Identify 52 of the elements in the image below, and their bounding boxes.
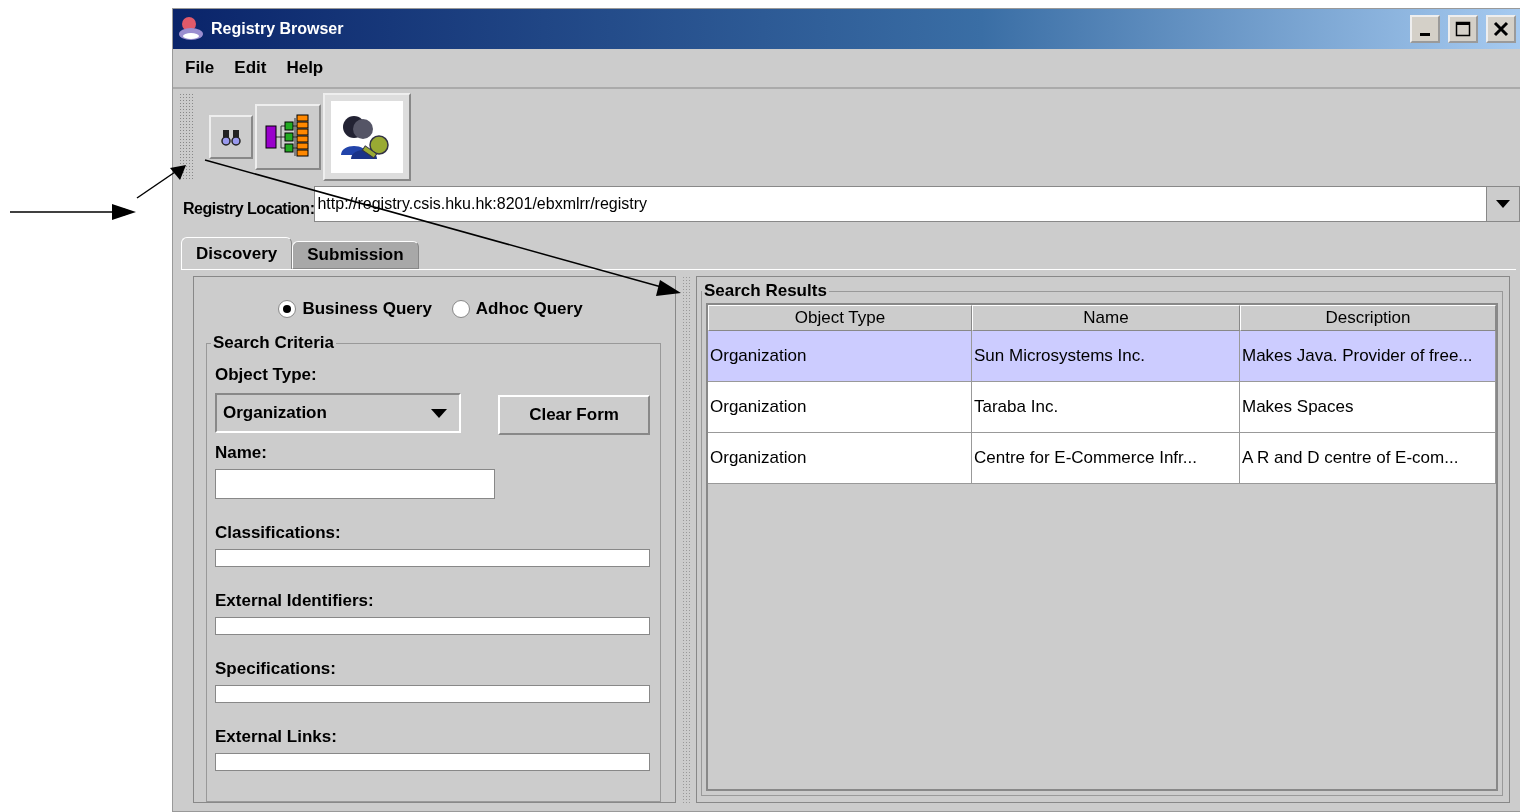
field-label: Object Type: <box>215 365 318 385</box>
toolbar-button[interactable] <box>323 93 411 181</box>
caret-icon <box>1496 200 1510 208</box>
tab[interactable]: Submission <box>292 241 419 269</box>
list-box[interactable] <box>215 753 650 771</box>
close-icon <box>1493 21 1509 37</box>
name-field[interactable] <box>215 469 495 499</box>
table-cell[interactable]: Organization <box>708 433 972 484</box>
close-button[interactable] <box>1486 15 1516 43</box>
table-cell[interactable]: Organization <box>708 382 972 433</box>
list-box[interactable] <box>215 617 650 635</box>
table-cell[interactable]: Makes Java. Provider of free... <box>1240 331 1496 382</box>
list-box[interactable] <box>215 549 650 567</box>
field-label: Classifications: <box>215 523 342 543</box>
field-label: Specifications: <box>215 659 337 679</box>
field-label: Name: <box>215 443 268 463</box>
app-icon <box>177 15 205 43</box>
annotation-arrow <box>136 165 186 199</box>
object-type-dropdown[interactable]: Organization <box>215 393 461 433</box>
menu-item[interactable]: Help <box>286 58 324 78</box>
table-cell[interactable]: Makes Spaces <box>1240 382 1496 433</box>
maximize-icon <box>1455 21 1471 37</box>
group-title: Search Criteria <box>212 333 335 353</box>
registry-location-label: Registry Location: <box>183 200 315 218</box>
window-title: Registry Browser <box>211 20 344 38</box>
column-header[interactable]: Object Type <box>708 305 972 331</box>
table-cell[interactable]: Sun Microsystems Inc. <box>972 331 1240 382</box>
maximize-button[interactable] <box>1448 15 1478 43</box>
table-cell[interactable]: Taraba Inc. <box>972 382 1240 433</box>
table-cell[interactable]: A R and D centre of E-com... <box>1240 433 1496 484</box>
table-cell[interactable]: Organization <box>708 331 972 382</box>
query-type-radio[interactable]: Adhoc Query <box>451 299 583 319</box>
toolbar-button[interactable] <box>209 115 253 159</box>
table-cell[interactable]: Centre for E-Commerce Infr... <box>972 433 1240 484</box>
field-label: External Identifiers: <box>215 591 375 611</box>
field-label: External Links: <box>215 727 338 747</box>
menu-item[interactable]: Edit <box>234 58 267 78</box>
query-type-radio[interactable]: Business Query <box>278 299 432 319</box>
clear-form-button[interactable]: Clear Form <box>498 395 650 435</box>
caret-icon <box>431 408 447 418</box>
group-title: Search Results <box>703 281 828 301</box>
binoculars-icon <box>221 128 241 146</box>
minimize-icon <box>1420 32 1430 36</box>
tab[interactable]: Discovery <box>181 237 293 269</box>
minimize-button[interactable] <box>1410 15 1440 43</box>
list-box[interactable] <box>215 685 650 703</box>
column-header[interactable]: Name <box>972 305 1240 331</box>
toolbar-button[interactable] <box>255 104 321 170</box>
hierarchy-icon <box>265 114 311 160</box>
dropdown-button[interactable] <box>1486 186 1520 222</box>
column-header[interactable]: Description <box>1240 305 1496 331</box>
menu-item[interactable]: File <box>185 58 215 78</box>
